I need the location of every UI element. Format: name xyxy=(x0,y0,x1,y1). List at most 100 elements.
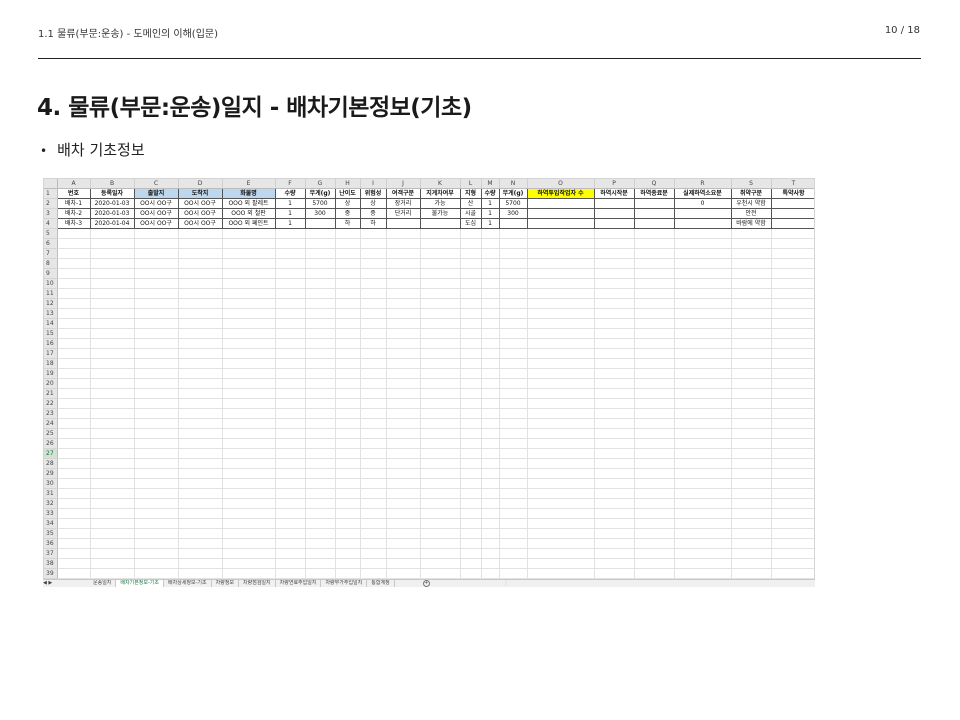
empty-cell[interactable] xyxy=(634,288,675,300)
empty-cell[interactable] xyxy=(594,328,635,340)
empty-cell[interactable] xyxy=(499,528,528,540)
column-header-d[interactable]: D xyxy=(178,179,223,190)
empty-cell[interactable] xyxy=(134,328,179,340)
empty-cell[interactable] xyxy=(771,308,814,320)
empty-cell[interactable] xyxy=(57,548,91,560)
column-header-g[interactable]: G xyxy=(305,179,336,190)
data-cell[interactable]: 2020-01-03 xyxy=(90,208,135,220)
empty-cell[interactable] xyxy=(222,338,276,350)
column-header-m[interactable]: M xyxy=(481,179,500,190)
empty-cell[interactable] xyxy=(222,398,276,410)
empty-cell[interactable] xyxy=(134,508,179,520)
empty-cell[interactable] xyxy=(90,408,135,420)
empty-cell[interactable] xyxy=(386,298,421,310)
row-number[interactable]: 18 xyxy=(44,358,58,370)
empty-cell[interactable] xyxy=(771,348,814,360)
empty-cell[interactable] xyxy=(731,408,772,420)
empty-cell[interactable] xyxy=(335,268,361,280)
empty-cell[interactable] xyxy=(460,478,482,490)
empty-cell[interactable] xyxy=(420,388,461,400)
empty-cell[interactable] xyxy=(134,488,179,500)
empty-cell[interactable] xyxy=(460,408,482,420)
empty-cell[interactable] xyxy=(499,468,528,480)
empty-cell[interactable] xyxy=(674,258,732,270)
empty-cell[interactable] xyxy=(178,438,223,450)
row-number[interactable]: 30 xyxy=(44,478,58,490)
data-cell[interactable]: 1 xyxy=(275,208,306,220)
empty-cell[interactable] xyxy=(178,278,223,290)
row-number[interactable]: 13 xyxy=(44,308,58,320)
data-cell[interactable]: 300 xyxy=(499,208,528,220)
empty-cell[interactable] xyxy=(222,268,276,280)
empty-cell[interactable] xyxy=(275,558,306,570)
empty-cell[interactable] xyxy=(90,498,135,510)
empty-cell[interactable] xyxy=(460,248,482,260)
header-cell[interactable]: 수량 xyxy=(275,188,306,200)
empty-cell[interactable] xyxy=(178,288,223,300)
empty-cell[interactable] xyxy=(594,508,635,520)
column-header-e[interactable]: E xyxy=(222,179,276,190)
data-cell[interactable] xyxy=(527,218,595,230)
empty-cell[interactable] xyxy=(222,388,276,400)
empty-cell[interactable] xyxy=(420,558,461,570)
empty-cell[interactable] xyxy=(420,458,461,470)
empty-cell[interactable] xyxy=(222,228,276,240)
empty-cell[interactable] xyxy=(57,358,91,370)
empty-cell[interactable] xyxy=(771,418,814,430)
header-cell[interactable]: 무게(g) xyxy=(305,188,336,200)
empty-cell[interactable] xyxy=(527,508,595,520)
empty-cell[interactable] xyxy=(134,428,179,440)
empty-cell[interactable] xyxy=(360,298,387,310)
column-header-q[interactable]: Q xyxy=(634,179,675,190)
empty-cell[interactable] xyxy=(335,438,361,450)
data-cell[interactable]: 상 xyxy=(360,198,387,210)
empty-cell[interactable] xyxy=(499,398,528,410)
column-header-p[interactable]: P xyxy=(594,179,635,190)
empty-cell[interactable] xyxy=(420,278,461,290)
empty-cell[interactable] xyxy=(360,228,387,240)
empty-cell[interactable] xyxy=(305,258,336,270)
empty-cell[interactable] xyxy=(527,518,595,530)
empty-cell[interactable] xyxy=(481,458,500,470)
empty-cell[interactable] xyxy=(420,248,461,260)
empty-cell[interactable] xyxy=(594,258,635,270)
empty-cell[interactable] xyxy=(674,498,732,510)
empty-cell[interactable] xyxy=(731,308,772,320)
empty-cell[interactable] xyxy=(420,418,461,430)
empty-cell[interactable] xyxy=(360,418,387,430)
empty-cell[interactable] xyxy=(499,368,528,380)
empty-cell[interactable] xyxy=(594,488,635,500)
empty-cell[interactable] xyxy=(771,358,814,370)
empty-cell[interactable] xyxy=(360,318,387,330)
empty-cell[interactable] xyxy=(420,468,461,480)
empty-cell[interactable] xyxy=(305,438,336,450)
empty-cell[interactable] xyxy=(57,298,91,310)
empty-cell[interactable] xyxy=(499,328,528,340)
empty-cell[interactable] xyxy=(335,308,361,320)
empty-cell[interactable] xyxy=(335,418,361,430)
empty-cell[interactable] xyxy=(335,498,361,510)
empty-cell[interactable] xyxy=(420,438,461,450)
empty-cell[interactable] xyxy=(460,338,482,350)
data-cell[interactable] xyxy=(499,218,528,230)
row-number[interactable]: 36 xyxy=(44,538,58,550)
empty-cell[interactable] xyxy=(594,518,635,530)
empty-cell[interactable] xyxy=(634,488,675,500)
sheet-tab[interactable]: 차량점검일지 xyxy=(239,580,276,587)
empty-cell[interactable] xyxy=(305,538,336,550)
empty-cell[interactable] xyxy=(305,378,336,390)
header-cell[interactable]: 특약사항 xyxy=(771,188,814,200)
empty-cell[interactable] xyxy=(481,408,500,420)
header-cell[interactable]: 도착지 xyxy=(178,188,223,200)
empty-cell[interactable] xyxy=(178,478,223,490)
row-number[interactable]: 17 xyxy=(44,348,58,360)
empty-cell[interactable] xyxy=(420,338,461,350)
empty-cell[interactable] xyxy=(57,458,91,470)
empty-cell[interactable] xyxy=(178,488,223,500)
empty-cell[interactable] xyxy=(594,548,635,560)
empty-cell[interactable] xyxy=(275,438,306,450)
empty-cell[interactable] xyxy=(360,538,387,550)
empty-cell[interactable] xyxy=(386,368,421,380)
empty-cell[interactable] xyxy=(305,558,336,570)
empty-cell[interactable] xyxy=(499,318,528,330)
